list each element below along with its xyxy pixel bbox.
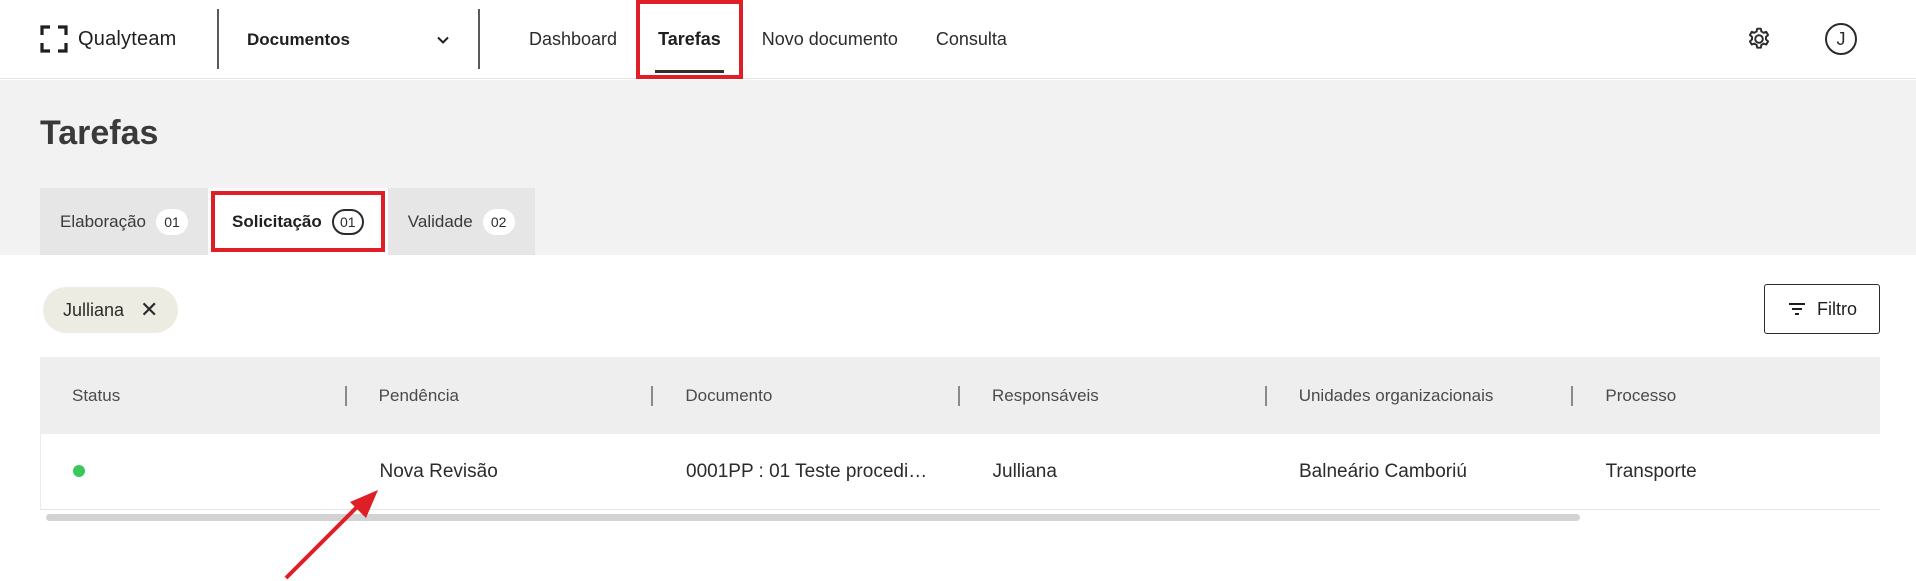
top-navbar: Qualyteam Documentos Dashboard Tarefas N… [0, 0, 1916, 79]
status-dot-icon [73, 464, 85, 477]
nav-item-novo-documento[interactable]: Novo documento [743, 0, 917, 79]
tab-count-badge: 01 [156, 208, 189, 235]
table-header: Status Pendência Documento Responsáveis … [40, 357, 1880, 434]
task-tabs: Elaboração 01 Solicitação 01 Validade 02 [40, 188, 535, 255]
column-header-pendencia[interactable]: Pendência [347, 385, 654, 406]
filter-button-label: Filtro [1817, 298, 1857, 319]
cell-responsaveis: Julliana [992, 460, 1057, 482]
tab-elaboracao[interactable]: Elaboração 01 [40, 188, 208, 255]
nav-divider [478, 9, 480, 69]
nav-item-dashboard[interactable]: Dashboard [510, 0, 636, 79]
module-select-label: Documentos [247, 29, 350, 49]
close-icon[interactable]: ✕ [140, 299, 158, 321]
column-header-processo[interactable]: Processo [1573, 386, 1880, 406]
main-nav: Dashboard Tarefas Novo documento Consult… [510, 0, 1026, 79]
module-select[interactable]: Documentos [219, 0, 479, 79]
page-header: Tarefas Elaboração 01 Solicitação 01 Val… [0, 80, 1916, 255]
arrow-annotation-icon [284, 490, 378, 580]
tab-solicitacao[interactable]: Solicitação 01 [208, 188, 388, 255]
column-header-label: Unidades organizacionais [1298, 385, 1494, 405]
column-header-status[interactable]: Status [40, 385, 347, 406]
cell-processo: Transporte [1605, 460, 1697, 482]
column-header-label: Pendência [378, 385, 460, 405]
column-header-documento[interactable]: Documento [653, 385, 961, 406]
tab-label: Elaboração [60, 211, 147, 231]
page-title: Tarefas [40, 114, 159, 152]
tab-validade[interactable]: Validade 02 [388, 188, 535, 255]
tab-count-badge: 02 [482, 208, 515, 235]
column-header-label: Responsáveis [992, 385, 1099, 405]
user-avatar[interactable]: J [1825, 23, 1857, 55]
tab-label: Solicitação [232, 211, 322, 231]
chevron-down-icon [437, 36, 449, 44]
nav-item-tarefas[interactable]: Tarefas [636, 0, 743, 79]
filter-chip-responsavel: Julliana ✕ [43, 287, 179, 333]
brand-logo[interactable]: Qualyteam [40, 24, 177, 54]
gear-icon[interactable] [1746, 26, 1772, 52]
tab-count-badge: 01 [331, 208, 364, 235]
logo-mark-icon [40, 25, 68, 53]
filter-chip-label: Julliana [63, 299, 125, 320]
column-header-unidades[interactable]: Unidades organizacionais [1267, 385, 1574, 406]
column-header-label: Status [72, 385, 121, 405]
filter-icon [1789, 303, 1805, 315]
brand-name: Qualyteam [78, 27, 177, 50]
cell-pendencia: Nova Revisão [379, 460, 498, 482]
column-header-label: Processo [1605, 385, 1677, 405]
nav-item-consulta[interactable]: Consulta [917, 0, 1026, 79]
filter-button[interactable]: Filtro [1764, 284, 1880, 334]
column-header-responsaveis[interactable]: Responsáveis [960, 385, 1267, 406]
tab-label: Validade [407, 211, 473, 231]
column-header-label: Documento [685, 385, 773, 405]
cell-unidades: Balneário Camboriú [1299, 460, 1467, 482]
cell-documento[interactable]: 0001PP : 01 Teste procedimento [654, 461, 961, 483]
